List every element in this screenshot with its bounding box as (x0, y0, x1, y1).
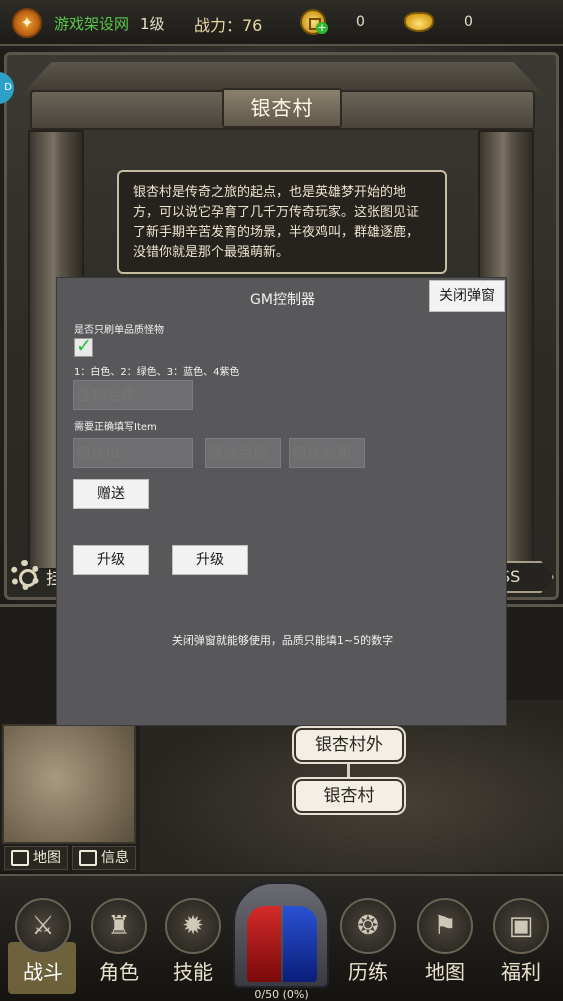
coin-amount: 0 (356, 14, 365, 30)
gift-quality-input[interactable] (205, 438, 281, 468)
player-level: 1级 (140, 15, 165, 33)
helmet-icon: ♜ (107, 911, 131, 941)
portal-red-door (247, 906, 281, 982)
treasure-chest-icon: ▣ (508, 911, 534, 941)
info-icon (79, 850, 97, 866)
nav-character[interactable]: ♜ 角色 (86, 898, 152, 990)
nav-label: 技能 (173, 960, 213, 984)
map-pin-icon: ⚑ (433, 911, 457, 941)
crossed-swords-icon: ⚔ (31, 911, 55, 941)
gold-ingot-icon[interactable] (404, 12, 434, 32)
quality-hint: 1：白色、2：绿色、3：蓝色、4紫色 (74, 367, 240, 378)
single-quality-label: 是否只刷单品质怪物 (74, 325, 164, 336)
mini-map[interactable] (2, 724, 136, 844)
info-button[interactable]: 信息 (72, 846, 136, 870)
nav-label: 历练 (348, 960, 388, 984)
info-button-label: 信息 (101, 850, 129, 866)
gift-button[interactable]: 赠送 (73, 479, 149, 509)
combat-power: 战力：76 (194, 16, 263, 35)
single-quality-checkbox[interactable] (74, 335, 93, 357)
ingot-amount: 0 (464, 14, 473, 30)
flame-icon: ✹ (182, 911, 204, 941)
monster-quality-input[interactable] (73, 380, 193, 410)
portal-gate[interactable] (233, 882, 329, 988)
map-button[interactable]: 地图 (4, 846, 68, 870)
portal-blue-door (283, 906, 317, 982)
nav-map[interactable]: ⚑ 地图 (412, 898, 478, 990)
nav-label: 地图 (425, 960, 465, 984)
nav-label: 角色 (99, 960, 139, 984)
village-name-plaque: 银杏村 (222, 88, 342, 128)
gear-icon (10, 560, 40, 590)
gift-count-input[interactable] (289, 438, 365, 468)
map-button-label: 地图 (33, 850, 61, 866)
nav-battle[interactable]: ⚔ 战斗 (10, 898, 76, 990)
upgrade-button-2[interactable]: 升级 (172, 545, 248, 575)
item-hint: 需要正确填写Item (74, 422, 157, 433)
nav-label: 福利 (501, 960, 541, 984)
modal-footer-note: 关闭弹窗就能够使用，品质只能填1~5的数字 (171, 634, 394, 647)
upgrade-button-1[interactable]: 升级 (73, 545, 149, 575)
whirlpool-icon: ❂ (357, 911, 379, 941)
nav-label: 战斗 (23, 960, 63, 984)
map-icon (11, 850, 29, 866)
location-village[interactable]: 银杏村 (294, 779, 404, 813)
location-link (347, 764, 350, 777)
village-description: 银杏村是传奇之旅的起点，也是英雄梦开始的地方，可以说它孕育了几千万传奇玩家。这张… (117, 170, 447, 274)
gm-control-modal: GM控制器 关闭弹窗 是否只刷单品质怪物 1：白色、2：绿色、3：蓝色、4紫色 … (56, 277, 507, 726)
location-outside-village[interactable]: 银杏村外 (294, 728, 404, 762)
nav-training[interactable]: ❂ 历练 (335, 898, 401, 990)
nav-skills[interactable]: ✹ 技能 (160, 898, 226, 990)
top-status-bar: ✦ 游戏架设网 1级 战力：76 + 0 0 (0, 0, 563, 46)
gift-id-input[interactable] (73, 438, 193, 468)
close-modal-button[interactable]: 关闭弹窗 (429, 280, 505, 312)
logo-icon[interactable]: ✦ (12, 8, 42, 38)
experience-progress: 0/50 (0%) (254, 988, 309, 1001)
add-coin-icon[interactable]: + (316, 22, 328, 34)
nav-welfare[interactable]: ▣ 福利 (488, 898, 554, 990)
game-name: 游戏架设网 (54, 15, 130, 33)
game-screen: ✦ 游戏架设网 1级 战力：76 + 0 0 D 银杏村 银杏村是传奇之旅的起点… (0, 0, 563, 1001)
